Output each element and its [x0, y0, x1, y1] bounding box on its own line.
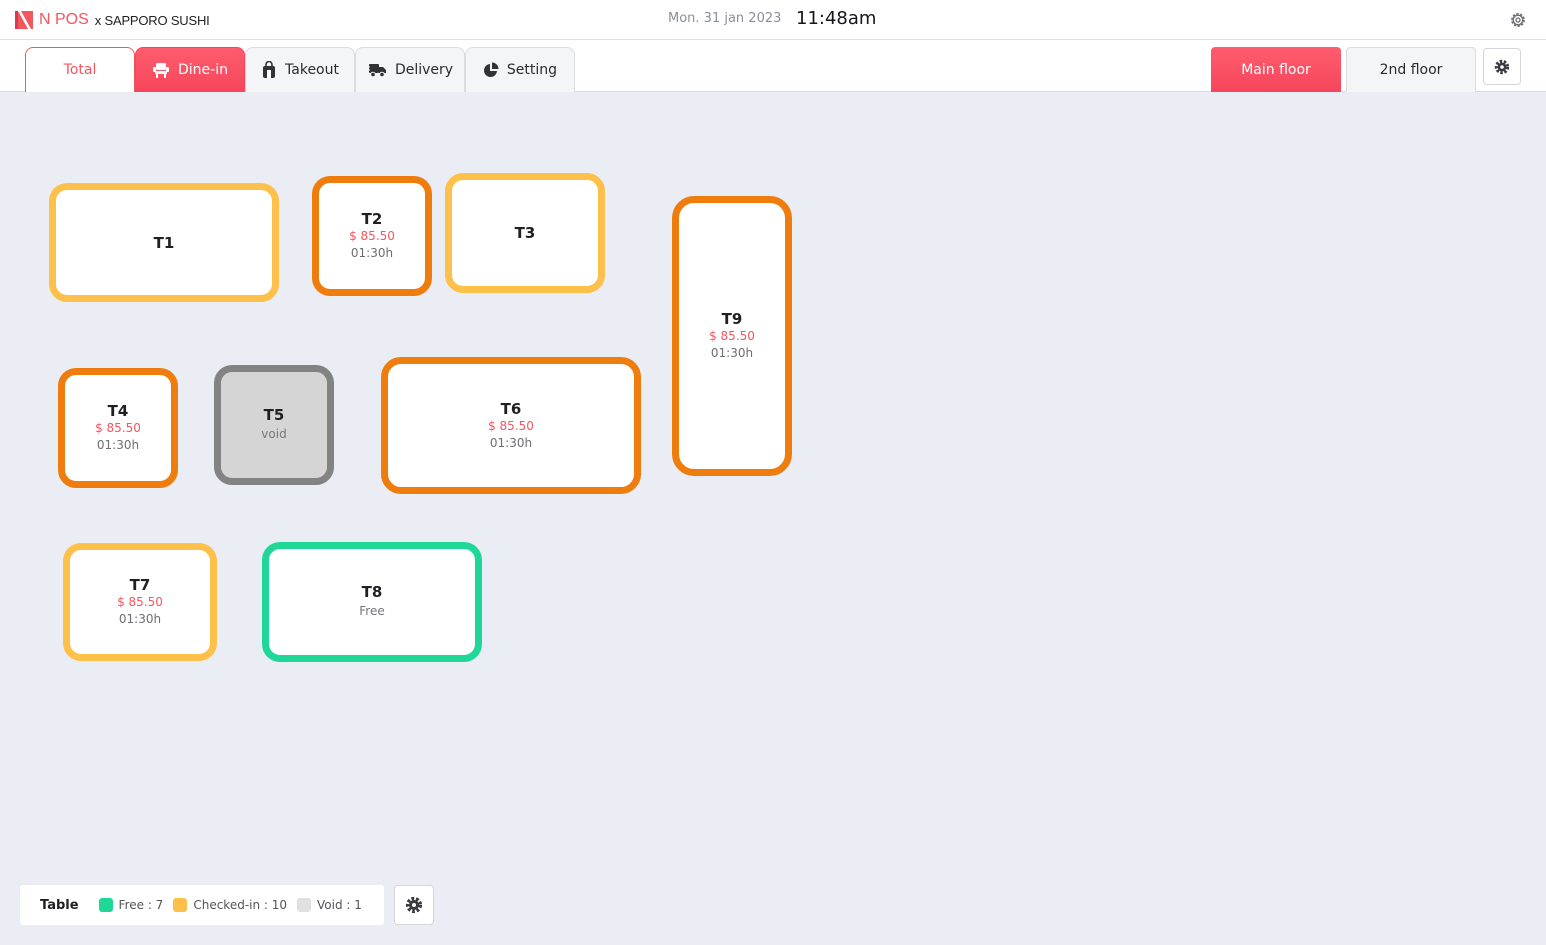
table-status: void: [261, 427, 287, 441]
gear-icon: [405, 896, 423, 914]
floor-label: 2nd floor: [1379, 62, 1443, 78]
table-name: T3: [514, 224, 536, 242]
current-date: Mon. 31 jan 2023: [668, 11, 782, 26]
table-t8[interactable]: T8 Free: [262, 542, 482, 662]
brand-partner: x SAPPORO SUSHI: [94, 12, 210, 28]
table-amount: $ 85.50: [349, 229, 395, 243]
table-time: 01:30h: [710, 346, 754, 360]
table-amount: $ 85.50: [95, 421, 141, 435]
legend-item-checked-in: Checked-in : 10: [173, 898, 287, 912]
legend-label: Free : 7: [118, 898, 164, 912]
tab-setting[interactable]: Setting: [465, 47, 575, 92]
nav-bar: Total Dine-in Takeout Delivery Setting M…: [0, 40, 1546, 92]
table-name: T9: [721, 310, 743, 328]
table-legend: Table Free : 7 Checked-in : 10 Void : 1: [20, 885, 384, 925]
tab-delivery[interactable]: Delivery: [355, 47, 465, 92]
table-t7[interactable]: T7 $ 85.50 01:30h: [63, 543, 217, 661]
pie-chart-icon: [483, 62, 499, 77]
table-t9[interactable]: T9 $ 85.50 01:30h: [672, 196, 792, 476]
floor-settings-button[interactable]: [1483, 48, 1521, 85]
brand: N POS x SAPPORO SUSHI: [15, 10, 210, 30]
table-t4[interactable]: T4 $ 85.50 01:30h: [58, 368, 178, 488]
floor-label: Main floor: [1241, 61, 1311, 78]
chair-icon: [153, 63, 169, 78]
tab-total[interactable]: Total: [25, 47, 135, 92]
table-name: T7: [129, 576, 151, 594]
legend-title: Table: [40, 897, 79, 913]
table-name: T4: [107, 402, 129, 420]
table-amount: $ 85.50: [488, 418, 534, 433]
legend-label: Void : 1: [317, 898, 362, 912]
legend-label: Checked-in : 10: [193, 898, 288, 912]
swatch-void: [297, 898, 312, 912]
tab-dine-in[interactable]: Dine-in: [135, 47, 245, 92]
table-name: T6: [500, 399, 522, 418]
table-t5[interactable]: T5 void: [214, 365, 334, 485]
current-time: 11:48am: [796, 8, 877, 29]
table-amount: $ 85.50: [117, 595, 163, 609]
legend-item-void: Void : 1: [297, 898, 362, 912]
table-name: T5: [263, 406, 285, 424]
gear-icon[interactable]: [1508, 10, 1528, 30]
tab-label: Takeout: [285, 62, 339, 78]
tab-label: Delivery: [394, 62, 454, 78]
legend-item-free: Free : 7: [98, 898, 164, 912]
tab-label: Setting: [506, 62, 558, 78]
table-amount: $ 85.50: [709, 329, 755, 343]
floor-main-button[interactable]: Main floor: [1211, 47, 1341, 92]
tab-label: Total: [63, 62, 97, 78]
table-name: T1: [153, 233, 175, 252]
table-time: 01:30h: [489, 435, 533, 450]
top-bar: N POS x SAPPORO SUSHI Mon. 31 jan 2023 1…: [0, 0, 1546, 40]
table-t3[interactable]: T3: [445, 173, 605, 293]
shopping-bag-icon: [263, 61, 276, 78]
table-time: 01:30h: [350, 246, 394, 260]
table-name: T2: [361, 210, 383, 228]
table-t6[interactable]: T6 $ 85.50 01:30h: [381, 357, 641, 494]
table-time: 01:30h: [96, 438, 140, 452]
tab-takeout[interactable]: Takeout: [245, 47, 355, 92]
gear-icon: [1494, 59, 1510, 74]
swatch-checked-in: [173, 898, 188, 912]
brand-name: N POS: [39, 11, 89, 28]
npos-logo-icon: [15, 11, 33, 29]
table-t2[interactable]: T2 $ 85.50 01:30h: [312, 176, 432, 296]
table-name: T8: [361, 583, 383, 601]
legend-settings-button[interactable]: [394, 885, 434, 925]
table-time: 01:30h: [118, 612, 162, 626]
table-status: Free: [359, 604, 385, 618]
tab-label: Dine-in: [178, 62, 228, 78]
swatch-free: [98, 898, 113, 912]
delivery-truck-icon: [366, 64, 386, 78]
floor-second-button[interactable]: 2nd floor: [1346, 47, 1476, 92]
table-t1[interactable]: T1: [49, 183, 279, 302]
